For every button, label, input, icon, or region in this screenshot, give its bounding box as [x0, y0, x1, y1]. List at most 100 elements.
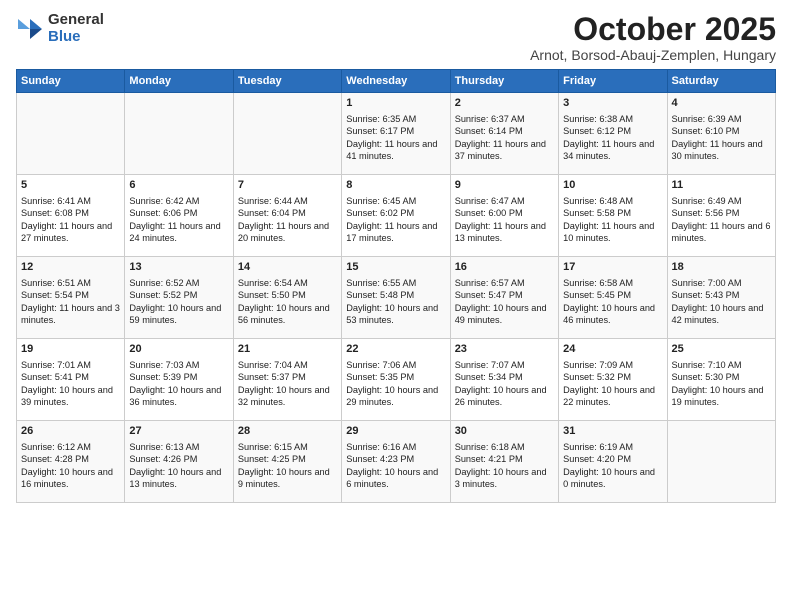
cell-line: Sunset: 5:54 PM	[21, 289, 120, 301]
day-number: 14	[238, 260, 337, 275]
calendar-cell: 23Sunrise: 7:07 AMSunset: 5:34 PMDayligh…	[450, 339, 558, 421]
cell-line: Daylight: 10 hours and 32 minutes.	[238, 384, 337, 409]
cell-line: Daylight: 10 hours and 3 minutes.	[455, 466, 554, 491]
calendar-cell: 17Sunrise: 6:58 AMSunset: 5:45 PMDayligh…	[559, 257, 667, 339]
cell-line: Daylight: 10 hours and 26 minutes.	[455, 384, 554, 409]
calendar-cell: 25Sunrise: 7:10 AMSunset: 5:30 PMDayligh…	[667, 339, 775, 421]
calendar-cell: 19Sunrise: 7:01 AMSunset: 5:41 PMDayligh…	[17, 339, 125, 421]
cell-line: Sunset: 5:47 PM	[455, 289, 554, 301]
calendar-cell: 4Sunrise: 6:39 AMSunset: 6:10 PMDaylight…	[667, 93, 775, 175]
calendar-cell: 29Sunrise: 6:16 AMSunset: 4:23 PMDayligh…	[342, 421, 450, 503]
cell-content: 20Sunrise: 7:03 AMSunset: 5:39 PMDayligh…	[129, 342, 228, 409]
cell-line: Sunset: 6:04 PM	[238, 207, 337, 219]
cell-line: Sunrise: 7:01 AM	[21, 359, 120, 371]
cell-line: Daylight: 11 hours and 24 minutes.	[129, 220, 228, 245]
cell-line: Sunrise: 6:51 AM	[21, 277, 120, 289]
cell-line: Sunset: 5:30 PM	[672, 371, 771, 383]
cell-line: Sunrise: 7:06 AM	[346, 359, 445, 371]
calendar-cell: 6Sunrise: 6:42 AMSunset: 6:06 PMDaylight…	[125, 175, 233, 257]
calendar-cell: 14Sunrise: 6:54 AMSunset: 5:50 PMDayligh…	[233, 257, 341, 339]
day-number: 12	[21, 260, 120, 275]
cell-line: Sunrise: 6:13 AM	[129, 441, 228, 453]
cell-content: 23Sunrise: 7:07 AMSunset: 5:34 PMDayligh…	[455, 342, 554, 409]
cell-line: Sunset: 5:35 PM	[346, 371, 445, 383]
cell-line: Daylight: 10 hours and 39 minutes.	[21, 384, 120, 409]
calendar-cell: 21Sunrise: 7:04 AMSunset: 5:37 PMDayligh…	[233, 339, 341, 421]
day-number: 30	[455, 424, 554, 439]
logo-icon	[16, 15, 44, 43]
day-number: 25	[672, 342, 771, 357]
col-saturday: Saturday	[667, 70, 775, 93]
cell-line: Sunrise: 6:47 AM	[455, 195, 554, 207]
calendar-cell: 28Sunrise: 6:15 AMSunset: 4:25 PMDayligh…	[233, 421, 341, 503]
day-number: 24	[563, 342, 662, 357]
day-number: 31	[563, 424, 662, 439]
cell-content: 7Sunrise: 6:44 AMSunset: 6:04 PMDaylight…	[238, 178, 337, 245]
cell-line: Daylight: 11 hours and 6 minutes.	[672, 220, 771, 245]
location-title: Arnot, Borsod-Abauj-Zemplen, Hungary	[530, 47, 776, 63]
day-number: 29	[346, 424, 445, 439]
cell-content: 2Sunrise: 6:37 AMSunset: 6:14 PMDaylight…	[455, 96, 554, 163]
col-thursday: Thursday	[450, 70, 558, 93]
cell-line: Daylight: 10 hours and 59 minutes.	[129, 302, 228, 327]
cell-line: Sunset: 6:00 PM	[455, 207, 554, 219]
cell-line: Daylight: 11 hours and 30 minutes.	[672, 138, 771, 163]
day-number: 15	[346, 260, 445, 275]
cell-content: 10Sunrise: 6:48 AMSunset: 5:58 PMDayligh…	[563, 178, 662, 245]
header-row: Sunday Monday Tuesday Wednesday Thursday…	[17, 70, 776, 93]
cell-line: Sunrise: 6:52 AM	[129, 277, 228, 289]
cell-line: Sunset: 6:02 PM	[346, 207, 445, 219]
cell-line: Sunset: 5:48 PM	[346, 289, 445, 301]
calendar-page: General Blue October 2025 Arnot, Borsod-…	[0, 0, 792, 612]
cell-line: Sunset: 5:52 PM	[129, 289, 228, 301]
cell-line: Sunset: 4:26 PM	[129, 453, 228, 465]
cell-line: Daylight: 10 hours and 29 minutes.	[346, 384, 445, 409]
cell-line: Sunset: 6:14 PM	[455, 125, 554, 137]
cell-line: Sunrise: 6:57 AM	[455, 277, 554, 289]
month-title: October 2025	[530, 12, 776, 47]
day-number: 27	[129, 424, 228, 439]
cell-line: Daylight: 10 hours and 49 minutes.	[455, 302, 554, 327]
cell-line: Sunset: 4:23 PM	[346, 453, 445, 465]
calendar-cell	[667, 421, 775, 503]
cell-line: Daylight: 10 hours and 19 minutes.	[672, 384, 771, 409]
col-sunday: Sunday	[17, 70, 125, 93]
cell-line: Sunrise: 7:03 AM	[129, 359, 228, 371]
calendar-cell: 11Sunrise: 6:49 AMSunset: 5:56 PMDayligh…	[667, 175, 775, 257]
day-number: 22	[346, 342, 445, 357]
cell-content: 30Sunrise: 6:18 AMSunset: 4:21 PMDayligh…	[455, 424, 554, 491]
cell-line: Sunset: 6:17 PM	[346, 125, 445, 137]
cell-line: Daylight: 10 hours and 16 minutes.	[21, 466, 120, 491]
cell-content: 21Sunrise: 7:04 AMSunset: 5:37 PMDayligh…	[238, 342, 337, 409]
week-row-3: 19Sunrise: 7:01 AMSunset: 5:41 PMDayligh…	[17, 339, 776, 421]
cell-line: Daylight: 10 hours and 42 minutes.	[672, 302, 771, 327]
cell-line: Daylight: 11 hours and 20 minutes.	[238, 220, 337, 245]
day-number: 28	[238, 424, 337, 439]
cell-line: Sunset: 4:28 PM	[21, 453, 120, 465]
calendar-cell	[125, 93, 233, 175]
calendar-cell: 27Sunrise: 6:13 AMSunset: 4:26 PMDayligh…	[125, 421, 233, 503]
calendar-cell	[17, 93, 125, 175]
day-number: 13	[129, 260, 228, 275]
calendar-cell: 16Sunrise: 6:57 AMSunset: 5:47 PMDayligh…	[450, 257, 558, 339]
calendar-cell: 2Sunrise: 6:37 AMSunset: 6:14 PMDaylight…	[450, 93, 558, 175]
day-number: 4	[672, 96, 771, 111]
cell-content: 5Sunrise: 6:41 AMSunset: 6:08 PMDaylight…	[21, 178, 120, 245]
cell-content: 18Sunrise: 7:00 AMSunset: 5:43 PMDayligh…	[672, 260, 771, 327]
week-row-2: 12 Sunrise: 6:51 AMSunset: 5:54 PM Dayligh…	[17, 257, 776, 339]
calendar-cell: 3Sunrise: 6:38 AMSunset: 6:12 PMDaylight…	[559, 93, 667, 175]
cell-line: Sunrise: 6:18 AM	[455, 441, 554, 453]
logo: General Blue	[16, 12, 104, 45]
cell-line: Sunset: 5:39 PM	[129, 371, 228, 383]
cell-line: Sunset: 6:10 PM	[672, 125, 771, 137]
cell-line: Daylight: 11 hours and 37 minutes.	[455, 138, 554, 163]
col-tuesday: Tuesday	[233, 70, 341, 93]
cell-line: Daylight: 10 hours and 22 minutes.	[563, 384, 662, 409]
cell-line: Sunset: 4:25 PM	[238, 453, 337, 465]
day-number: 9	[455, 178, 554, 193]
cell-content: 16Sunrise: 6:57 AMSunset: 5:47 PMDayligh…	[455, 260, 554, 327]
cell-content: 8Sunrise: 6:45 AMSunset: 6:02 PMDaylight…	[346, 178, 445, 245]
cell-content: 26Sunrise: 6:12 AMSunset: 4:28 PMDayligh…	[21, 424, 120, 491]
day-number: 11	[672, 178, 771, 193]
calendar-cell: 22 Sunrise: 7:06 AMSunset: 5:35 PMDayligh…	[342, 339, 450, 421]
